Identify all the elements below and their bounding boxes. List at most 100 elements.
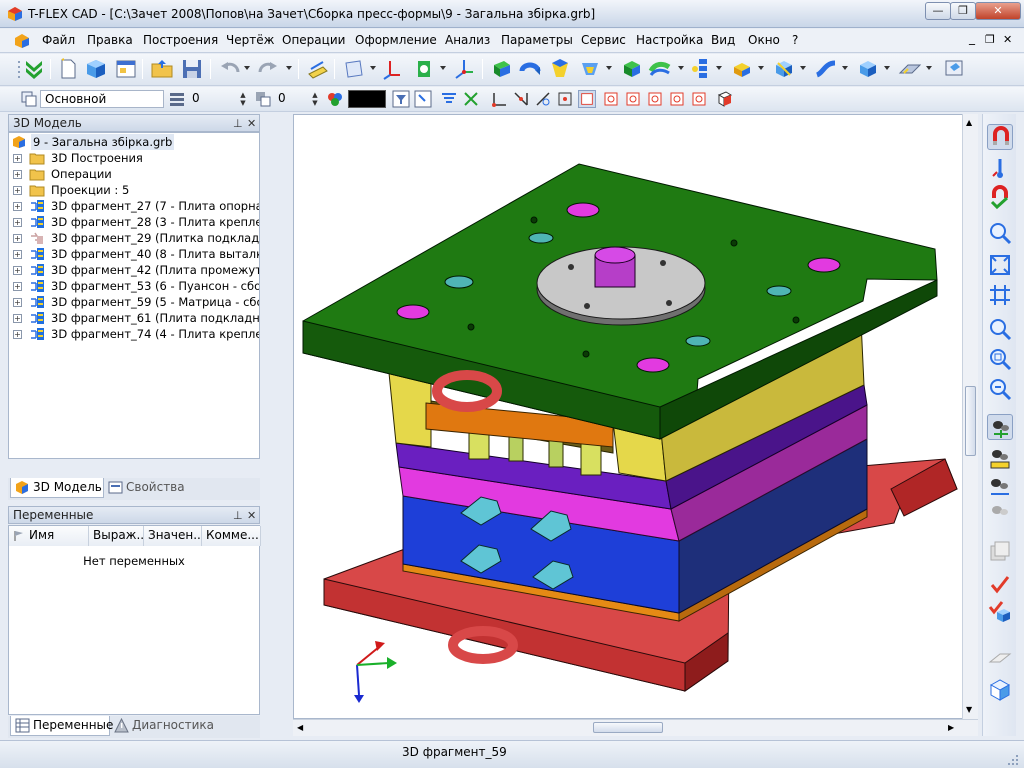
tree-item[interactable]: +3D фрагмент_61 (Плита подкладная - К4. (9, 310, 259, 326)
boolean-operation-icon[interactable] (578, 57, 602, 81)
panel-close-icon[interactable]: ✕ (247, 116, 256, 132)
tree-item[interactable]: + Операции (9, 166, 259, 182)
pin-icon[interactable]: ⊥ (233, 116, 243, 132)
walk-view-icon[interactable] (987, 498, 1013, 524)
redo-dropdown-arrow-icon[interactable] (286, 66, 292, 70)
menu-view[interactable]: Вид (711, 33, 735, 47)
zoom-out-icon[interactable] (987, 376, 1013, 402)
boolean-dropdown-arrow-icon[interactable] (606, 66, 612, 70)
magnet-check-icon[interactable] (987, 184, 1013, 210)
array-operation-icon[interactable] (690, 57, 714, 81)
zoom-window-icon[interactable] (987, 220, 1013, 246)
surface-operation-icon[interactable] (814, 57, 838, 81)
tree-item[interactable]: +3D фрагмент_28 (3 - Плита крепления по (9, 214, 259, 230)
menu-settings[interactable]: Настройка (636, 33, 703, 47)
expand-toggle-icon[interactable]: + (13, 234, 22, 243)
surface-dropdown-arrow-icon[interactable] (842, 66, 848, 70)
menu-help[interactable]: ? (792, 33, 798, 47)
undo-dropdown-arrow-icon[interactable] (244, 66, 250, 70)
layer-combo[interactable]: Основной (40, 90, 164, 108)
shell-operation-icon[interactable] (620, 57, 644, 81)
loft-operation-icon[interactable] (548, 57, 572, 81)
view-cube-icon[interactable] (987, 676, 1013, 702)
plane-section-icon[interactable] (987, 644, 1013, 670)
doc-minimize-button[interactable]: _ (969, 31, 975, 45)
scroll-up-arrow-icon[interactable]: ▲ (966, 118, 972, 127)
menu-window[interactable]: Окно (748, 33, 780, 47)
tree-item[interactable]: +3D фрагмент_53 (6 - Пуансон - сборка.gr… (9, 278, 259, 294)
rotate-view-icon[interactable] (987, 414, 1013, 440)
new-drawing-icon[interactable] (114, 57, 138, 81)
minimize-button[interactable]: — (925, 2, 951, 20)
cut-operation-icon[interactable] (772, 57, 796, 81)
workplane-dropdown-arrow-icon[interactable] (370, 66, 376, 70)
pin-tool-icon[interactable] (987, 156, 1013, 182)
magnet-snap-icon[interactable] (987, 124, 1013, 150)
redo-icon[interactable] (256, 57, 280, 81)
column-name[interactable]: Имя (9, 526, 89, 546)
open-file-icon[interactable] (150, 57, 174, 81)
check-red-icon[interactable] (987, 572, 1013, 598)
3d-profile-icon[interactable] (412, 57, 436, 81)
menu-drawing[interactable]: Чертёж (226, 33, 274, 47)
3d-viewport[interactable] (293, 114, 978, 719)
menu-design[interactable]: Оформление (355, 33, 437, 47)
new-document-icon[interactable] (56, 57, 80, 81)
expand-toggle-icon[interactable]: + (13, 266, 22, 275)
level-field[interactable]: 0 (188, 90, 238, 108)
mold-assembly-model[interactable] (294, 115, 978, 719)
column-comment[interactable]: Комме... (202, 526, 261, 546)
expand-toggle-icon[interactable]: + (13, 330, 22, 339)
column-value[interactable]: Значен... (144, 526, 202, 546)
priority-field[interactable]: 0 (274, 90, 312, 108)
profile-dropdown-arrow-icon[interactable] (440, 66, 446, 70)
sheet-metal-icon[interactable] (898, 57, 922, 81)
snap-tool-icon[interactable] (462, 90, 480, 108)
thread-dropdown-arrow-icon[interactable] (758, 66, 764, 70)
view-box-icon[interactable] (578, 90, 596, 108)
color-palette-icon[interactable] (326, 90, 344, 108)
pin-icon[interactable]: ⊥ (233, 508, 243, 524)
viewport-vscrollbar[interactable]: ▲ ▼ (962, 114, 978, 719)
3d-node-icon[interactable] (380, 57, 404, 81)
menu-parameters[interactable]: Параметры (501, 33, 573, 47)
coordinate-system-icon[interactable] (452, 57, 476, 81)
scroll-left-arrow-icon[interactable]: ◀ (297, 723, 303, 732)
snap-circle-icon[interactable] (534, 90, 552, 108)
expand-toggle-icon[interactable]: + (13, 170, 22, 179)
snap-line-icon[interactable] (512, 90, 530, 108)
priority-spinner[interactable]: ▲ ▼ (310, 91, 320, 107)
doc-close-button[interactable]: ✕ (1003, 33, 1012, 46)
menu-file[interactable]: Файл (42, 33, 75, 47)
resize-grip-icon[interactable] (1006, 753, 1020, 767)
tree-item[interactable]: +3D фрагмент_29 (Плитка подкладная - К3 (9, 230, 259, 246)
restore-button[interactable]: ❐ (950, 2, 976, 20)
menu-edit[interactable]: Правка (87, 33, 133, 47)
tree-item[interactable]: +3D Построения (9, 150, 259, 166)
expand-toggle-icon[interactable]: + (13, 314, 22, 323)
column-expression[interactable]: Выраж... (89, 526, 144, 546)
document-icon[interactable] (14, 33, 30, 49)
view-top-icon[interactable] (602, 90, 620, 108)
tab-properties[interactable]: Свойства (104, 478, 194, 498)
expand-toggle-icon[interactable]: + (13, 298, 22, 307)
view-left-icon[interactable] (646, 90, 664, 108)
menu-analysis[interactable]: Анализ (445, 33, 490, 47)
view-iso-icon[interactable] (716, 90, 734, 108)
expand-toggle-icon[interactable]: + (13, 202, 22, 211)
orbit-view-icon[interactable] (987, 474, 1013, 500)
tree-item[interactable]: + Проекции : 5 (9, 182, 259, 198)
expand-toggle-icon[interactable]: + (13, 250, 22, 259)
undo-icon[interactable] (218, 57, 242, 81)
extrude-icon[interactable] (490, 57, 514, 81)
tab-3d-model[interactable]: 3D Модель (10, 478, 104, 498)
tab-variables[interactable]: Переменные (10, 716, 113, 736)
snap-node-icon[interactable] (440, 90, 458, 108)
filter-icon[interactable] (392, 90, 410, 108)
level-spinner[interactable]: ▲ ▼ (238, 91, 248, 107)
tree-item[interactable]: +3D фрагмент_40 (8 - Плита выталкивател (9, 246, 259, 262)
array-dropdown-arrow-icon[interactable] (716, 66, 722, 70)
thread-operation-icon[interactable] (730, 57, 754, 81)
view-bottom-icon[interactable] (690, 90, 708, 108)
zoom-previous-icon[interactable] (987, 346, 1013, 372)
